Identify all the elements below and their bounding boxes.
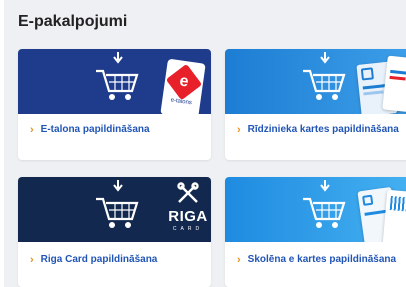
card-pupil-card-topup[interactable]: › Skolēna e kartes papildināšana	[225, 177, 406, 287]
e-services-panel: E-pakalpojumi e e-talons › E-talona papi…	[4, 0, 406, 287]
chevron-right-icon: ›	[30, 254, 34, 266]
shopping-cart-icon	[96, 197, 139, 228]
e-talons-badge-letter: e	[178, 72, 190, 91]
arrow-down-icon	[320, 52, 330, 64]
card-caption-text: Riga Card papildināšana	[40, 254, 158, 265]
shopping-cart-icon	[96, 69, 139, 100]
arrow-down-icon	[113, 52, 123, 64]
card-etalons-topup[interactable]: e e-talons › E-talona papildināšana	[18, 49, 211, 160]
card-caption[interactable]: › Riga Card papildināšana	[18, 254, 211, 266]
chevron-right-icon: ›	[30, 124, 34, 136]
card-caption[interactable]: › E-talona papildināšana	[18, 124, 211, 136]
card-banner	[225, 177, 406, 242]
card-caption-text: Skolēna e kartes papildināšana	[247, 254, 397, 265]
card-caption[interactable]: › Skolēna e kartes papildināšana	[225, 254, 406, 266]
shopping-cart-icon	[303, 69, 346, 100]
card-banner: e e-talons	[18, 49, 211, 114]
card-caption[interactable]: › Rīdzinieka kartes papildināšana	[225, 124, 406, 136]
card-riga-card-topup[interactable]: RIGA CARD › Riga Card papildināšana	[18, 177, 211, 287]
arrow-down-icon	[113, 180, 123, 192]
pupil-card-back-icon	[382, 189, 406, 242]
e-talons-badge-label: e-talons	[170, 97, 193, 107]
riga-card-logo-text: RIGA	[168, 208, 208, 225]
shopping-cart-icon	[303, 197, 346, 228]
arrow-down-icon	[320, 180, 330, 192]
card-banner	[225, 49, 406, 114]
chevron-right-icon: ›	[237, 124, 241, 136]
e-talons-card-icon: e e-talons	[160, 58, 206, 114]
section-title: E-pakalpojumi	[18, 13, 128, 30]
card-caption-text: E-talona papildināšana	[40, 124, 150, 135]
chevron-right-icon: ›	[237, 254, 241, 266]
card-resident-card-topup[interactable]: › Rīdzinieka kartes papildināšana	[225, 49, 406, 160]
card-banner: RIGA CARD	[18, 177, 211, 242]
riga-card-logo-subtext: CARD	[172, 226, 204, 232]
card-caption-text: Rīdzinieka kartes papildināšana	[247, 124, 399, 135]
riga-card-logo-icon	[177, 182, 199, 203]
